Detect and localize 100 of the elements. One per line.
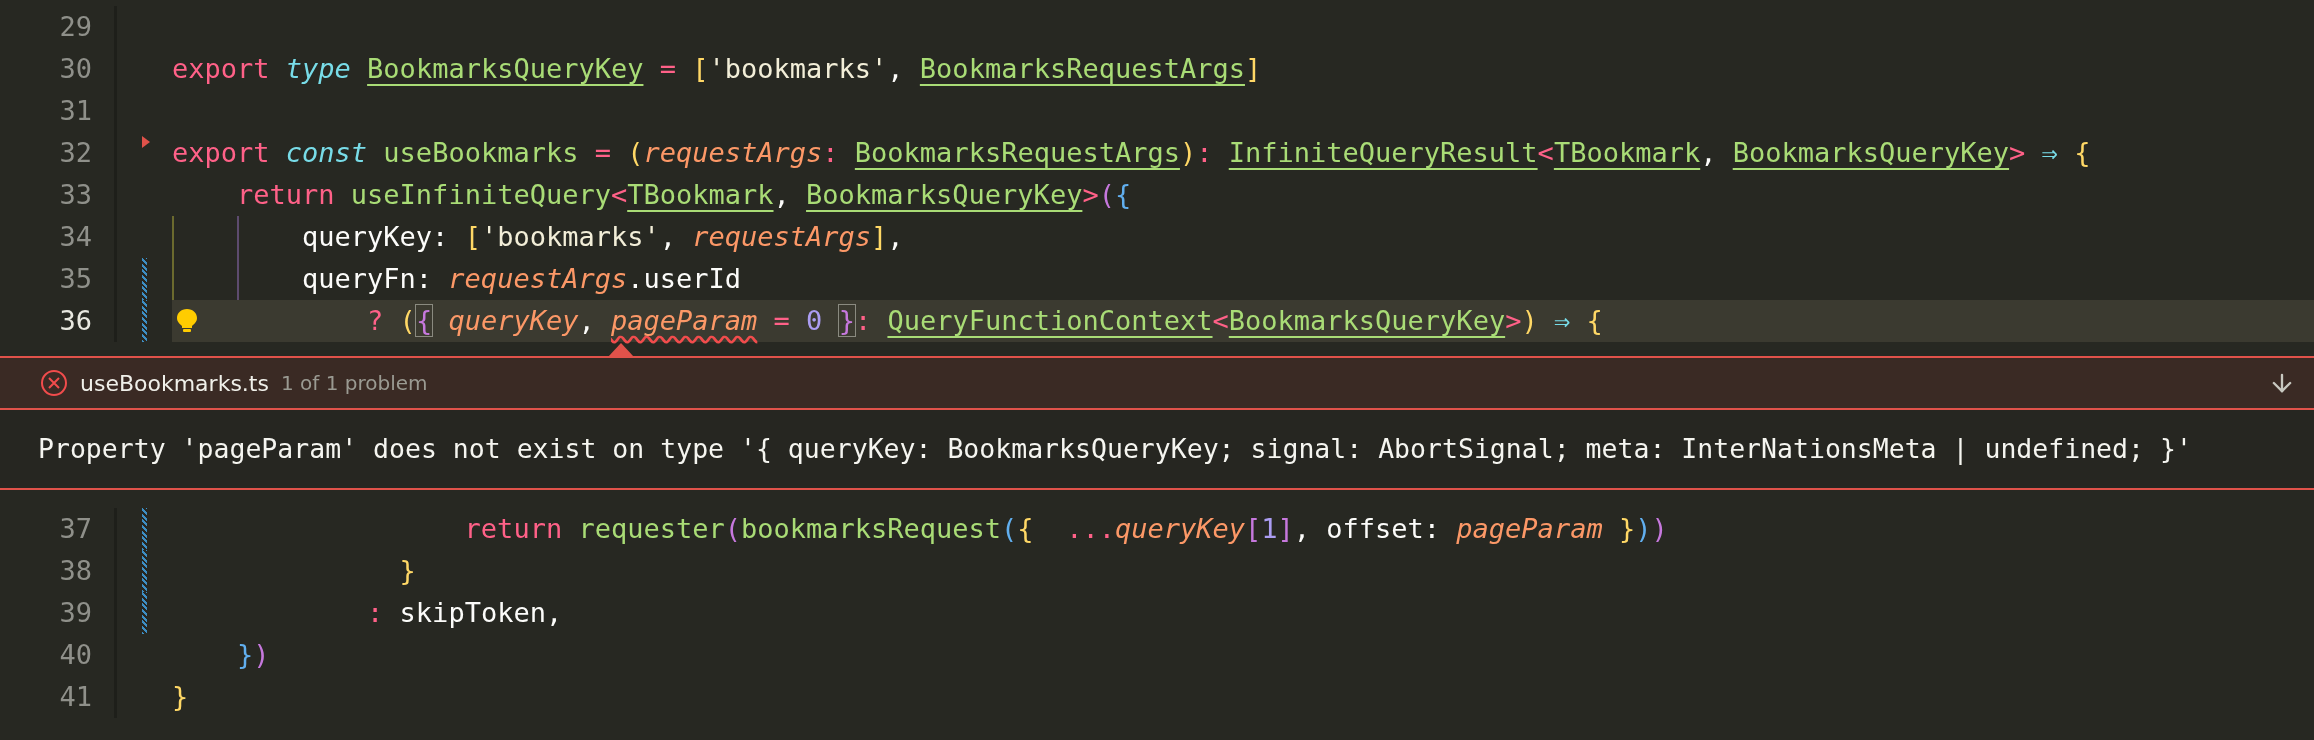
bracket: { — [1114, 178, 1132, 210]
file-name: useBookmarks.ts — [80, 369, 269, 398]
operator-token: > — [1082, 178, 1099, 210]
bracket: } — [838, 304, 855, 336]
storage-token: type — [285, 52, 351, 84]
type-token: TBookmark — [1553, 136, 1701, 168]
type-token: BookmarksQueryKey — [367, 52, 644, 84]
bracket: ( — [1001, 512, 1018, 544]
bracket: ( — [1098, 178, 1115, 210]
parameter-token: queryKey — [448, 304, 579, 336]
type-token: BookmarksRequestArgs — [854, 136, 1180, 168]
code-text: , — [578, 304, 595, 336]
operator-token: : — [1196, 136, 1213, 168]
operator-token: : — [854, 304, 872, 336]
line-number: 33 — [58, 177, 92, 212]
keyword-token: return — [237, 178, 335, 210]
operator-token: = — [773, 304, 790, 336]
code-text: .userId — [627, 262, 741, 294]
type-token: QueryFunctionContext — [887, 304, 1213, 336]
bracket: } — [1618, 512, 1636, 544]
line-number: 32 — [58, 135, 92, 170]
string-token: 'bookmarks' — [708, 52, 888, 84]
line-number: 39 — [58, 595, 92, 630]
type-token: BookmarksRequestArgs — [919, 52, 1245, 84]
operator-token: < — [1212, 304, 1229, 336]
keyword-token: return — [464, 512, 563, 544]
bracket: } — [237, 638, 254, 670]
number-token: 0 — [806, 304, 823, 336]
bracket: ( — [627, 136, 644, 168]
type-token: TBookmark — [627, 178, 774, 210]
operator-token: : — [822, 136, 839, 168]
line-number: 37 — [58, 511, 92, 546]
parameter-token: requestArgs — [692, 220, 872, 252]
number-token: 1 — [1261, 512, 1278, 544]
code-text: skipToken, — [399, 596, 563, 628]
bracket: ( — [724, 512, 741, 544]
arrow-token: ⇒ — [2041, 136, 2058, 168]
type-token: InfiniteQueryResult — [1228, 136, 1538, 168]
line-number: 40 — [58, 637, 92, 672]
function-token: requester — [578, 512, 725, 544]
operator-token: < — [610, 178, 628, 210]
operator-token: > — [2009, 136, 2026, 168]
line-number: 34 — [58, 219, 92, 254]
operator-token: : — [367, 596, 384, 628]
bracket: ) — [1179, 136, 1197, 168]
function-token: bookmarksRequest — [741, 512, 1002, 544]
line-number: 41 — [58, 679, 92, 714]
operator-token: < — [1537, 136, 1554, 168]
type-token: BookmarksQueryKey — [1228, 304, 1506, 336]
function-token: useBookmarks — [383, 136, 579, 168]
keyword-token: export — [172, 52, 270, 84]
code-text: , — [659, 220, 676, 252]
line-number: 35 — [58, 261, 92, 296]
parameter-token: pageParam — [1456, 512, 1603, 544]
bracket: ( — [399, 304, 416, 336]
bracket: ] — [871, 220, 888, 252]
line-number: 36 — [58, 303, 92, 338]
bracket: { — [1017, 512, 1034, 544]
operator-token: ... — [1066, 512, 1115, 544]
bracket: [ — [692, 52, 709, 84]
code-text: queryFn: — [302, 262, 433, 294]
code-text: , — [773, 178, 790, 210]
parameter-token: requestArgs — [643, 136, 823, 168]
line-number: 29 — [58, 9, 92, 44]
operator-token: = — [594, 136, 611, 168]
parameter-token: requestArgs — [448, 262, 628, 294]
operator-token: > — [1505, 304, 1522, 336]
code-text: , offset: — [1293, 512, 1441, 544]
string-token: 'bookmarks' — [480, 220, 660, 252]
operator-token: = — [659, 52, 676, 84]
storage-token: const — [285, 136, 368, 168]
code-text: , — [887, 220, 904, 252]
bracket: } — [172, 680, 189, 712]
parameter-token: pageParam — [611, 304, 758, 336]
problem-count: 1 of 1 problem — [280, 370, 428, 397]
bracket: ) — [253, 638, 270, 670]
keyword-token: export — [172, 136, 270, 168]
bracket: [ — [464, 220, 481, 252]
parameter-token: queryKey — [1114, 512, 1245, 544]
operator-token: ? — [367, 304, 384, 336]
lightbulb-icon[interactable] — [176, 308, 198, 334]
code-text: , — [887, 52, 904, 84]
error-message: Property 'pageParam' does not exist on type '{ queryKey: BookmarksQueryKey; signal: AbortSignal; meta: InterNationsMeta | undefined; }' — [38, 432, 2192, 467]
line-number: 38 — [58, 553, 92, 588]
bracket: [ — [1244, 512, 1262, 544]
bracket: ) — [1635, 512, 1652, 544]
arrow-token: ⇒ — [1553, 304, 1571, 336]
bracket: ] — [1244, 52, 1262, 84]
line-number: 30 — [58, 51, 92, 86]
type-token: BookmarksQueryKey — [1732, 136, 2010, 168]
type-token: BookmarksQueryKey — [806, 178, 1083, 210]
bracket: { — [1586, 304, 1603, 336]
line-number: 31 — [58, 93, 92, 128]
bracket: } — [399, 554, 416, 586]
code-text: , — [1700, 136, 1717, 168]
bracket: { — [2074, 136, 2091, 168]
bracket: ] — [1277, 512, 1294, 544]
bracket: ) — [1521, 304, 1538, 336]
error-icon — [40, 369, 68, 397]
bracket: ) — [1651, 512, 1668, 544]
